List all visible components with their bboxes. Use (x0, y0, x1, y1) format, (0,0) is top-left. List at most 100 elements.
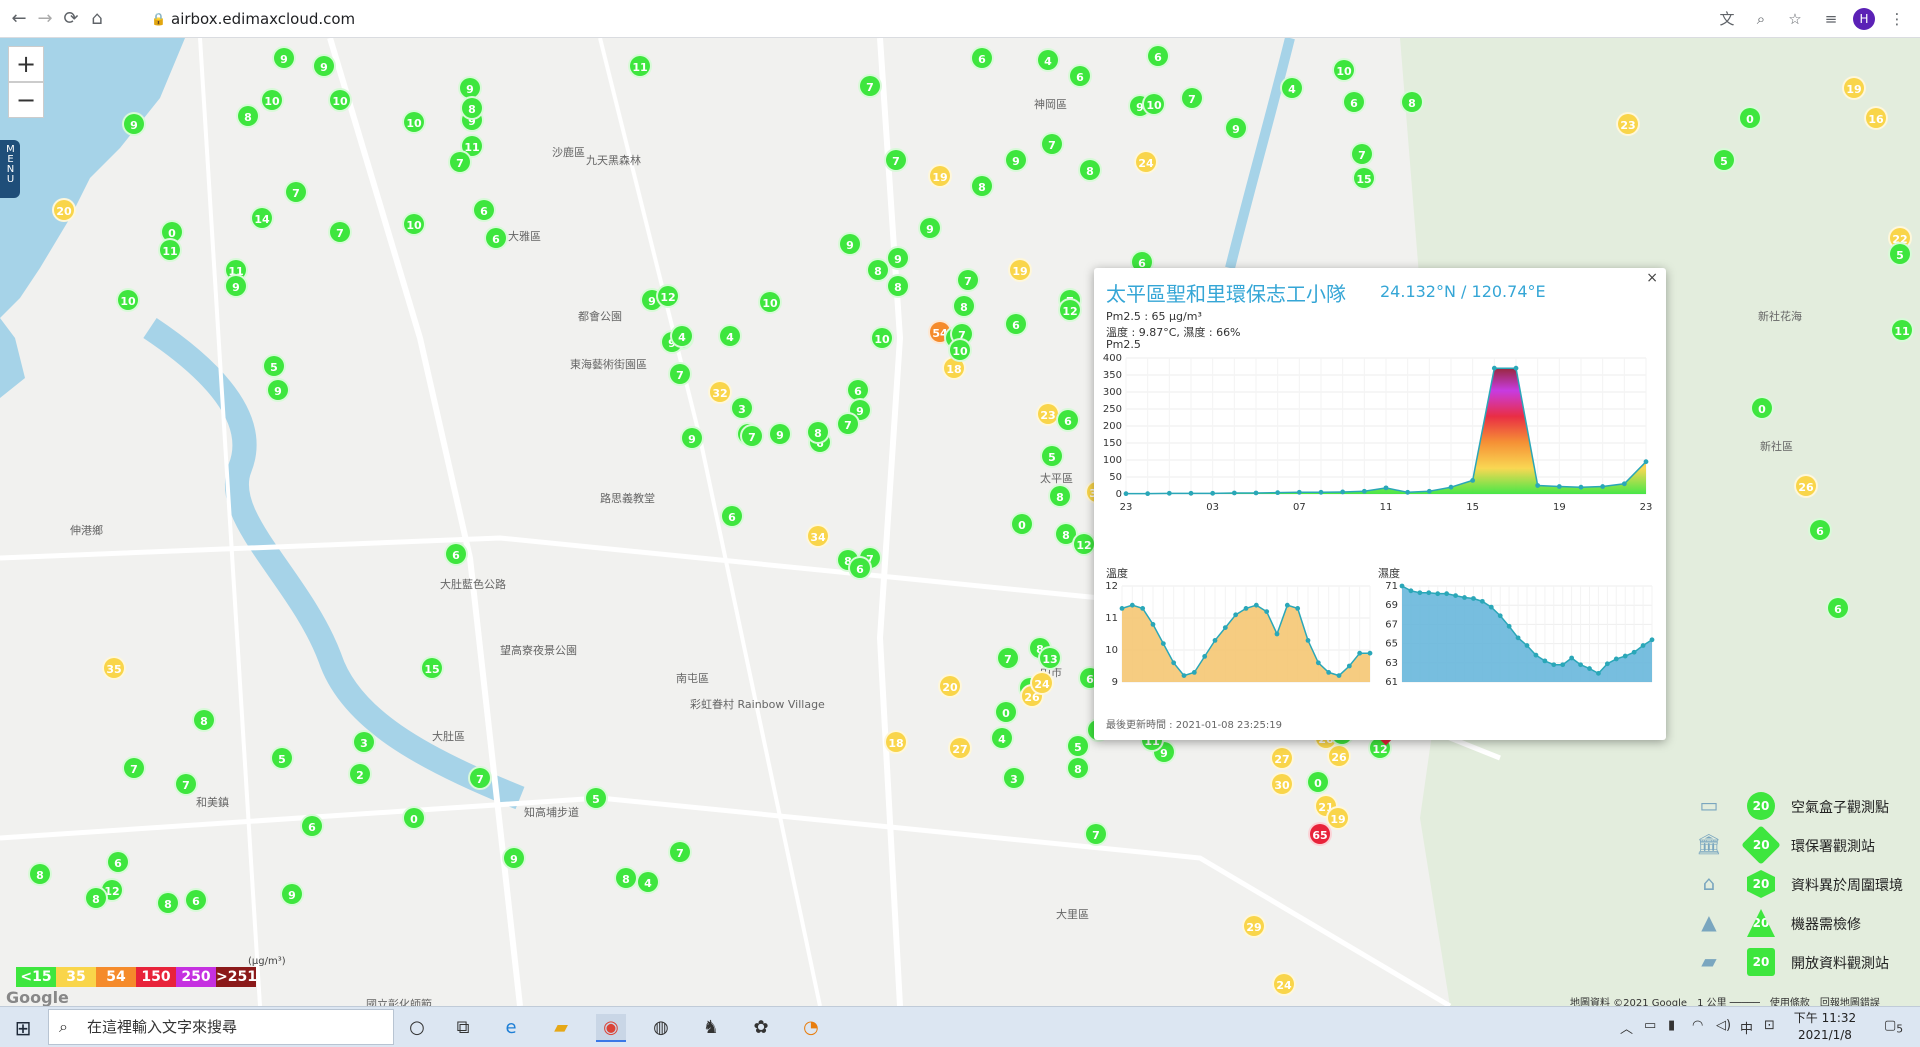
airbox-marker[interactable]: 4 (636, 870, 660, 894)
airbox-marker[interactable]: 27 (948, 736, 972, 760)
airbox-marker[interactable]: 10 (1332, 58, 1356, 82)
airbox-marker[interactable]: 8 (1066, 756, 1090, 780)
airbox-marker[interactable]: 10 (116, 288, 140, 312)
airbox-marker[interactable]: 12 (656, 284, 680, 308)
airbox-marker[interactable]: 6 (1056, 408, 1080, 432)
airbox-marker[interactable]: 7 (740, 424, 764, 448)
ime-mode-icon[interactable]: ⊡ (1764, 1018, 1775, 1033)
tray-device-icon[interactable]: ▭ (1644, 1018, 1656, 1033)
airbox-marker[interactable]: 12 (1072, 532, 1096, 556)
airbox-marker[interactable]: 26 (1794, 474, 1818, 498)
airbox-marker[interactable]: 65 (1308, 822, 1332, 846)
airbox-marker[interactable]: 19 (1008, 258, 1032, 282)
airbox-marker[interactable]: 5 (1888, 242, 1912, 266)
forward-icon[interactable]: → (32, 6, 58, 32)
airbox-marker[interactable]: 6 (720, 504, 744, 528)
edge-icon[interactable]: e (496, 1014, 526, 1042)
airbox-marker[interactable]: 7 (1084, 822, 1108, 846)
battery-icon[interactable]: ▮ (1668, 1018, 1675, 1033)
airbox-marker[interactable]: 20 (938, 674, 962, 698)
airbox-marker[interactable]: 15 (420, 656, 444, 680)
file-explorer-icon[interactable]: ▰ (546, 1014, 576, 1042)
blender-icon[interactable]: ◔ (796, 1014, 826, 1042)
airbox-marker[interactable]: 9 (1004, 148, 1028, 172)
airbox-marker[interactable]: 24 (1272, 972, 1296, 996)
airbox-marker[interactable]: 24 (1030, 671, 1054, 695)
app-icon-1[interactable]: ◍ (646, 1014, 676, 1042)
zoom-in-button[interactable]: + (8, 46, 44, 82)
task-view-icon[interactable]: ⧉ (448, 1014, 478, 1042)
airbox-marker[interactable]: 35 (102, 656, 126, 680)
airbox-marker[interactable]: 9 (886, 246, 910, 270)
airbox-marker[interactable]: 6 (1826, 596, 1850, 620)
airbox-marker[interactable]: 9 (838, 232, 862, 256)
airbox-marker[interactable]: 6 (1146, 44, 1170, 68)
airbox-marker[interactable]: 7 (996, 646, 1020, 670)
airbox-marker[interactable]: 2 (348, 762, 372, 786)
notification-icon[interactable]: ▢5 (1884, 1018, 1903, 1036)
airbox-marker[interactable]: 5 (262, 354, 286, 378)
airbox-marker[interactable]: 5 (270, 746, 294, 770)
airbox-marker[interactable]: 0 (1738, 106, 1762, 130)
airbox-marker[interactable]: 7 (468, 766, 492, 790)
airbox-marker[interactable]: 6 (106, 850, 130, 874)
airbox-marker[interactable]: 20 (52, 198, 76, 222)
menu-dots-icon[interactable]: ⋮ (1886, 8, 1908, 30)
airbox-marker[interactable]: 9 (680, 426, 704, 450)
airbox-marker[interactable]: 5 (1040, 444, 1064, 468)
airbox-marker[interactable]: 0 (994, 700, 1018, 724)
airbox-marker[interactable]: 0 (1010, 512, 1034, 536)
airbox-marker[interactable]: 7 (1040, 132, 1064, 156)
airbox-marker[interactable]: 7 (858, 74, 882, 98)
airbox-marker[interactable]: 6 (472, 198, 496, 222)
airbox-marker[interactable]: 6 (184, 888, 208, 912)
airbox-marker[interactable]: 6 (1808, 518, 1832, 542)
back-icon[interactable]: ← (6, 6, 32, 32)
airbox-marker[interactable]: 10 (870, 326, 894, 350)
airbox-marker[interactable]: 13 (1038, 646, 1062, 670)
airbox-marker[interactable]: 7 (284, 180, 308, 204)
address-bar[interactable]: 🔒 airbox.edimaxcloud.com (145, 4, 1485, 34)
airbox-marker[interactable]: 9 (502, 846, 526, 870)
airbox-marker[interactable]: 7 (174, 772, 198, 796)
airbox-marker[interactable]: 26 (1327, 744, 1351, 768)
airbox-marker[interactable]: 8 (1048, 484, 1072, 508)
airbox-marker[interactable]: 8 (236, 104, 260, 128)
airbox-marker[interactable]: 8 (614, 866, 638, 890)
airbox-marker[interactable]: 19 (1842, 76, 1866, 100)
airbox-marker[interactable]: 10 (758, 290, 782, 314)
airbox-marker[interactable]: 7 (956, 268, 980, 292)
airbox-marker[interactable]: 8 (886, 274, 910, 298)
cortana-icon[interactable]: ○ (402, 1014, 432, 1042)
airbox-marker[interactable]: 0 (402, 806, 426, 830)
airbox-marker[interactable]: 8 (806, 420, 830, 444)
airbox-marker[interactable]: 4 (1280, 76, 1304, 100)
airbox-marker[interactable]: 8 (84, 886, 108, 910)
airbox-marker[interactable]: 9 (224, 274, 248, 298)
airbox-marker[interactable]: 23 (1616, 112, 1640, 136)
zoom-icon[interactable]: ⌕ (1750, 8, 1772, 30)
app-icon-2[interactable]: ♞ (696, 1014, 726, 1042)
profile-avatar[interactable]: H (1853, 8, 1875, 30)
airbox-marker[interactable]: 16 (1864, 106, 1888, 130)
airbox-marker[interactable]: 5 (1066, 734, 1090, 758)
airbox-marker[interactable]: 5 (584, 786, 608, 810)
airbox-marker[interactable]: 8 (192, 708, 216, 732)
reading-list-icon[interactable]: ≡ (1820, 8, 1842, 30)
airbox-marker[interactable]: 11 (628, 54, 652, 78)
airbox-marker[interactable]: 4 (718, 324, 742, 348)
app-icon-3[interactable]: ✿ (746, 1014, 776, 1042)
airbox-marker[interactable]: 8 (460, 96, 484, 120)
airbox-marker[interactable]: 7 (836, 412, 860, 436)
airbox-marker[interactable]: 0 (1750, 396, 1774, 420)
airbox-marker[interactable]: 6 (970, 46, 994, 70)
airbox-marker[interactable]: 6 (484, 226, 508, 250)
airbox-marker[interactable]: 10 (402, 110, 426, 134)
airbox-marker[interactable]: 7 (668, 840, 692, 864)
airbox-marker[interactable]: 11 (1890, 318, 1914, 342)
tray-chevron-icon[interactable]: ︿ (1620, 1018, 1633, 1037)
taskbar-search-input[interactable]: ⌕ 在這裡輸入文字來搜尋 (48, 1009, 394, 1045)
airbox-marker[interactable]: 32 (708, 380, 732, 404)
airbox-marker[interactable]: 8 (1400, 90, 1424, 114)
airbox-marker[interactable]: 7 (328, 220, 352, 244)
